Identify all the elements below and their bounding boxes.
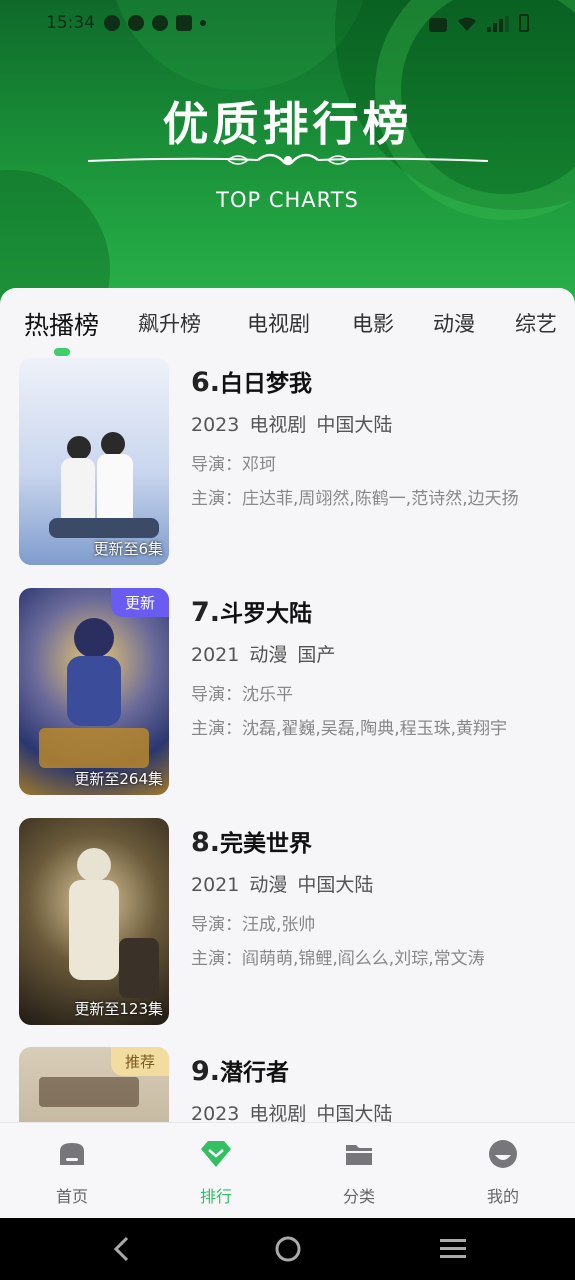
region: 中国大陆 bbox=[316, 414, 393, 436]
item-meta: 2023 电视剧 中国大陆 bbox=[191, 410, 561, 437]
poster[interactable]: 更新至6集 bbox=[19, 358, 169, 565]
wifi-icon bbox=[458, 17, 476, 31]
poster[interactable]: 更新至123集 bbox=[19, 818, 169, 1025]
poster[interactable]: 推荐 bbox=[19, 1047, 169, 1122]
item-title: 9.潜行者 bbox=[191, 1053, 561, 1087]
region: 中国大陆 bbox=[316, 1103, 393, 1122]
list-item[interactable]: 更新至123集 8.完美世界 2021 动漫 中国大陆 导演：汪成,张帅 主演：阎萌… bbox=[0, 818, 575, 1028]
nav-rank-label: 排行 bbox=[199, 1187, 232, 1206]
folder-icon bbox=[346, 1145, 372, 1165]
nav-profile-label: 我的 bbox=[486, 1187, 519, 1206]
cast: 主演：庄达菲,周翊然,陈鹤一,范诗然,边天扬 bbox=[191, 489, 519, 509]
item-meta: 2021 动漫 国产 bbox=[191, 640, 561, 667]
item-title: 8.完美世界 bbox=[191, 824, 561, 858]
nav-category-label: 分类 bbox=[342, 1187, 375, 1206]
cast: 主演：沈磊,翟巍,吴磊,陶典,程玉珠,黄翔宇 bbox=[191, 719, 508, 739]
rank-number: 6. bbox=[191, 367, 221, 398]
tab-rising[interactable]: 飙升榜 bbox=[138, 308, 201, 338]
vibrate-icon bbox=[429, 18, 447, 32]
home-icon bbox=[60, 1143, 84, 1165]
tab-anime[interactable]: 动漫 bbox=[433, 308, 475, 338]
cast: 主演：阎萌萌,锦鲤,阎么么,刘琮,常文涛 bbox=[191, 949, 485, 969]
director: 导演：汪成,张帅 bbox=[191, 915, 316, 935]
episode-count: 更新至264集 bbox=[74, 770, 163, 788]
title-text: 白日梦我 bbox=[220, 371, 313, 397]
nav-profile[interactable]: 我的 bbox=[463, 1139, 543, 1207]
episode-count: 更新至123集 bbox=[74, 1000, 163, 1018]
back-icon[interactable] bbox=[112, 1236, 132, 1262]
ranking-panel: 热播榜 飙升榜 电视剧 电影 动漫 综艺 更新至6集 6.白日梦我 2023 电视… bbox=[0, 288, 575, 1122]
tab-tv[interactable]: 电视剧 bbox=[247, 308, 310, 338]
menu-icon[interactable] bbox=[439, 1237, 467, 1261]
page-subtitle: TOP CHARTS bbox=[216, 188, 359, 212]
check-badge-icon bbox=[152, 15, 168, 31]
tab-hot[interactable]: 热播榜 bbox=[24, 306, 99, 342]
genre: 电视剧 bbox=[249, 414, 307, 436]
item-title: 6.白日梦我 bbox=[191, 364, 561, 398]
list-item[interactable]: 更新至6集 6.白日梦我 2023 电视剧 中国大陆 导演：邓珂 主演：庄达菲,周翊… bbox=[0, 358, 575, 568]
year: 2021 bbox=[191, 644, 240, 666]
tab-variety[interactable]: 综艺 bbox=[515, 308, 557, 338]
nav-rank[interactable]: 排行 bbox=[176, 1139, 256, 1207]
rank-diamond-icon bbox=[201, 1141, 231, 1167]
list-item[interactable]: 推荐 9.潜行者 2023 电视剧 中国大陆 bbox=[0, 1047, 575, 1122]
poster-image bbox=[19, 818, 169, 1025]
active-tab-indicator bbox=[54, 348, 70, 356]
status-bar: 15:34 bbox=[0, 0, 575, 46]
year: 2023 bbox=[191, 1103, 240, 1122]
poster-image bbox=[19, 358, 169, 565]
system-navigation-bar bbox=[0, 1218, 575, 1280]
region: 中国大陆 bbox=[297, 874, 374, 896]
more-dot-icon bbox=[200, 20, 206, 26]
signal-icon bbox=[487, 16, 509, 32]
rank-number: 7. bbox=[191, 597, 221, 628]
nav-category[interactable]: 分类 bbox=[319, 1139, 399, 1207]
director: 导演：沈乐平 bbox=[191, 685, 293, 705]
genre: 动漫 bbox=[249, 644, 288, 666]
item-meta: 2023 电视剧 中国大陆 bbox=[191, 1099, 561, 1122]
region: 国产 bbox=[297, 644, 336, 666]
update-badge: 更新 bbox=[110, 588, 169, 617]
episode-count: 更新至6集 bbox=[93, 540, 163, 558]
poster[interactable]: 更新 更新至264集 bbox=[19, 588, 169, 795]
battery-icon bbox=[519, 14, 529, 32]
profile-icon bbox=[489, 1140, 517, 1168]
status-time: 15:34 bbox=[46, 13, 95, 33]
page-title: 优质排行榜 bbox=[162, 97, 413, 151]
genre: 电视剧 bbox=[249, 1103, 307, 1122]
poster-image bbox=[19, 588, 169, 795]
nav-home[interactable]: 首页 bbox=[32, 1139, 112, 1207]
title-text: 完美世界 bbox=[220, 831, 313, 857]
year: 2023 bbox=[191, 414, 240, 436]
title-text: 斗罗大陆 bbox=[220, 601, 313, 627]
director: 导演：邓珂 bbox=[191, 455, 276, 475]
rank-number: 9. bbox=[191, 1056, 221, 1087]
message-icon bbox=[104, 15, 120, 31]
nav-home-label: 首页 bbox=[55, 1187, 88, 1206]
settings-gear-icon bbox=[128, 15, 144, 31]
list-item[interactable]: 更新 更新至264集 7.斗罗大陆 2021 动漫 国产 导演：沈乐平 主演：沈磊,… bbox=[0, 588, 575, 798]
ornament-divider-icon bbox=[88, 153, 488, 166]
notification-app-icon bbox=[176, 15, 192, 31]
genre: 动漫 bbox=[249, 874, 288, 896]
category-tabs: 热播榜 飙升榜 电视剧 电影 动漫 综艺 bbox=[0, 288, 575, 356]
home-circle-icon[interactable] bbox=[274, 1235, 302, 1263]
recommend-badge: 推荐 bbox=[110, 1047, 169, 1076]
title-text: 潜行者 bbox=[220, 1060, 290, 1086]
header-banner: 15:34 优质排行榜 TOP CHARTS bbox=[0, 0, 575, 320]
year: 2021 bbox=[191, 874, 240, 896]
item-title: 7.斗罗大陆 bbox=[191, 594, 561, 628]
rank-number: 8. bbox=[191, 827, 221, 858]
item-meta: 2021 动漫 中国大陆 bbox=[191, 870, 561, 897]
tab-movie[interactable]: 电影 bbox=[352, 308, 394, 338]
bottom-navigation: 首页 排行 分类 我的 bbox=[0, 1122, 575, 1219]
